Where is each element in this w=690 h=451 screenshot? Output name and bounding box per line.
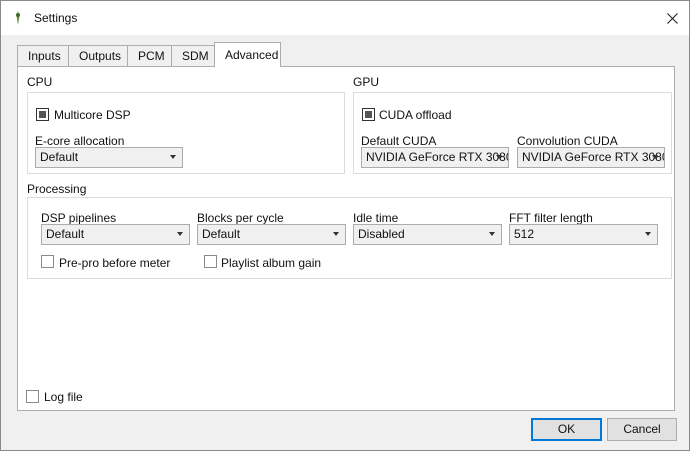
log-file-checkbox[interactable] <box>26 390 39 403</box>
pre-pro-checkbox[interactable] <box>41 255 54 268</box>
ok-button[interactable]: OK <box>531 418 602 441</box>
cancel-button[interactable]: Cancel <box>607 418 677 441</box>
tab-outputs[interactable]: Outputs <box>68 45 128 67</box>
log-file-label: Log file <box>44 390 83 404</box>
convolution-cuda-value: NVIDIA GeForce RTX 3080 <box>522 150 665 164</box>
dsp-pipelines-value: Default <box>46 227 85 241</box>
default-cuda-value: NVIDIA GeForce RTX 3080 <box>366 150 509 164</box>
close-icon <box>666 12 678 24</box>
multicore-dsp-label: Multicore DSP <box>54 108 131 122</box>
playlist-album-gain-checkbox[interactable] <box>204 255 217 268</box>
settings-dialog: Settings Inputs Outputs PCM SDM Advanced… <box>0 0 690 451</box>
processing-group: DSP pipelines Default Blocks per cycle D… <box>27 197 672 279</box>
multicore-dsp-checkbox[interactable] <box>36 108 49 121</box>
processing-heading: Processing <box>27 182 87 196</box>
ecore-allocation-select[interactable]: Default <box>35 147 183 168</box>
cuda-offload-checkbox[interactable] <box>362 108 375 121</box>
chevron-down-icon <box>489 232 495 236</box>
tab-sdm[interactable]: SDM <box>171 45 215 67</box>
idle-time-label: Idle time <box>353 211 399 225</box>
app-icon <box>16 11 20 25</box>
tab-inputs[interactable]: Inputs <box>17 45 69 67</box>
fft-filter-length-select[interactable]: 512 <box>509 224 658 245</box>
cpu-group: Multicore DSP E-core allocation Default <box>27 92 345 174</box>
cuda-offload-label: CUDA offload <box>379 108 452 122</box>
idle-time-value: Disabled <box>358 227 405 241</box>
dsp-pipelines-label: DSP pipelines <box>41 211 117 225</box>
window-title: Settings <box>34 11 78 25</box>
dsp-pipelines-select[interactable]: Default <box>41 224 190 245</box>
chevron-down-icon <box>652 155 658 159</box>
fft-filter-length-label: FFT filter length <box>509 211 593 225</box>
tab-strip: Inputs Outputs PCM SDM Advanced <box>17 42 281 67</box>
blocks-per-cycle-select[interactable]: Default <box>197 224 346 245</box>
chevron-down-icon <box>177 232 183 236</box>
tab-advanced[interactable]: Advanced <box>214 42 281 67</box>
idle-time-select[interactable]: Disabled <box>353 224 502 245</box>
pre-pro-label: Pre-pro before meter <box>59 256 171 270</box>
convolution-cuda-label: Convolution CUDA <box>517 134 618 148</box>
chevron-down-icon <box>496 155 502 159</box>
blocks-per-cycle-value: Default <box>202 227 241 241</box>
cpu-heading: CPU <box>27 75 53 89</box>
gpu-group: CUDA offload Default CUDA NVIDIA GeForce… <box>353 92 672 174</box>
tab-pcm[interactable]: PCM <box>127 45 172 67</box>
playlist-album-gain-label: Playlist album gain <box>221 256 322 270</box>
close-button[interactable] <box>655 1 689 35</box>
chevron-down-icon <box>645 232 651 236</box>
default-cuda-select[interactable]: NVIDIA GeForce RTX 3080 <box>361 147 509 168</box>
advanced-panel: CPU Multicore DSP E-core allocation Defa… <box>17 66 675 411</box>
chevron-down-icon <box>333 232 339 236</box>
ecore-allocation-value: Default <box>40 150 79 164</box>
convolution-cuda-select[interactable]: NVIDIA GeForce RTX 3080 <box>517 147 665 168</box>
fft-filter-length-value: 512 <box>514 227 535 241</box>
chevron-down-icon <box>170 155 176 159</box>
title-bar: Settings <box>1 1 689 35</box>
gpu-heading: GPU <box>353 75 380 89</box>
ecore-allocation-label: E-core allocation <box>35 134 125 148</box>
default-cuda-label: Default CUDA <box>361 134 437 148</box>
blocks-per-cycle-label: Blocks per cycle <box>197 211 284 225</box>
